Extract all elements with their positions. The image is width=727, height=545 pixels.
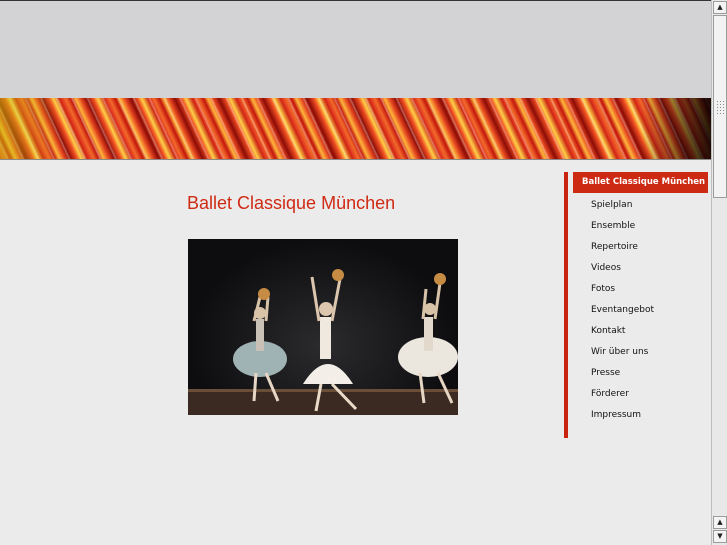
nav-item-spielplan[interactable]: Spielplan [568,195,711,216]
nav-item-foerderer[interactable]: Förderer [568,384,711,405]
nav-item-kontakt[interactable]: Kontakt [568,321,711,342]
nav-item-eventangebot[interactable]: Eventangebot [568,300,711,321]
scroll-down-icon[interactable]: ▼ [713,530,727,543]
nav-item-ensemble[interactable]: Ensemble [568,216,711,237]
nav-item-repertoire[interactable]: Repertoire [568,237,711,258]
dancer-right [398,273,458,404]
header-banner [0,98,711,160]
main-navigation: Ballet Classique München Spielplan Ensem… [564,172,711,438]
ballet-dancers-photo [188,239,458,415]
browser-viewport: Ballet Classique München Ballet Classiqu… [0,0,727,545]
nav-item-videos[interactable]: Videos [568,258,711,279]
scroll-up-icon[interactable]: ▲ [713,1,727,14]
page-title: Ballet Classique München [187,193,396,213]
scroll-up-bottom-icon[interactable]: ▲ [713,516,727,529]
vertical-scrollbar[interactable]: ▲ ▲ ▼ [711,0,727,545]
dancer-left [233,288,287,402]
nav-item-impressum[interactable]: Impressum [568,405,711,426]
grip-icon [716,100,724,114]
nav-item-fotos[interactable]: Fotos [568,279,711,300]
nav-item-wir-ueber-uns[interactable]: Wir über uns [568,342,711,363]
scrollbar-thumb[interactable] [713,15,727,198]
nav-item-home[interactable]: Ballet Classique München [573,172,708,193]
nav-item-presse[interactable]: Presse [568,363,711,384]
top-header-area [0,0,711,98]
